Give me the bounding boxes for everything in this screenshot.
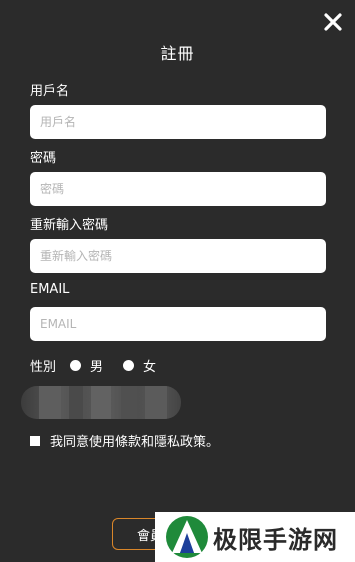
- close-icon: [324, 13, 342, 31]
- radio-icon[interactable]: [123, 360, 135, 371]
- watermark: 极限手游网: [155, 512, 355, 562]
- gender-option-male-label: 男: [90, 360, 104, 375]
- confirm-password-label: 重新輸入密碼: [30, 218, 109, 233]
- radio-icon[interactable]: [70, 360, 82, 371]
- gender-option-female-label: 女: [143, 360, 157, 375]
- gender-option-female[interactable]: 女: [123, 356, 156, 375]
- password-label: 密碼: [30, 151, 57, 166]
- password-input[interactable]: [30, 172, 326, 206]
- gender-selector: 性別 男 女: [30, 356, 176, 375]
- confirm-password-input[interactable]: [30, 239, 326, 273]
- gender-label: 性別: [30, 360, 57, 375]
- watermark-text: 极限手游网: [213, 524, 338, 554]
- gender-option-male[interactable]: 男: [70, 356, 103, 375]
- close-button[interactable]: [321, 10, 345, 34]
- terms-agreement-text: 我同意使用條款和隱私政策。: [50, 435, 220, 450]
- watermark-logo-icon: [166, 516, 208, 558]
- username-label: 用戶名: [30, 84, 70, 99]
- terms-agreement[interactable]: 我同意使用條款和隱私政策。: [30, 431, 219, 450]
- checkbox-icon[interactable]: [30, 435, 40, 446]
- captcha-image: [21, 386, 181, 419]
- email-input[interactable]: [30, 307, 326, 341]
- username-input[interactable]: [30, 105, 326, 139]
- email-label: EMAIL: [30, 282, 70, 297]
- dialog-title: 註冊: [160, 44, 195, 63]
